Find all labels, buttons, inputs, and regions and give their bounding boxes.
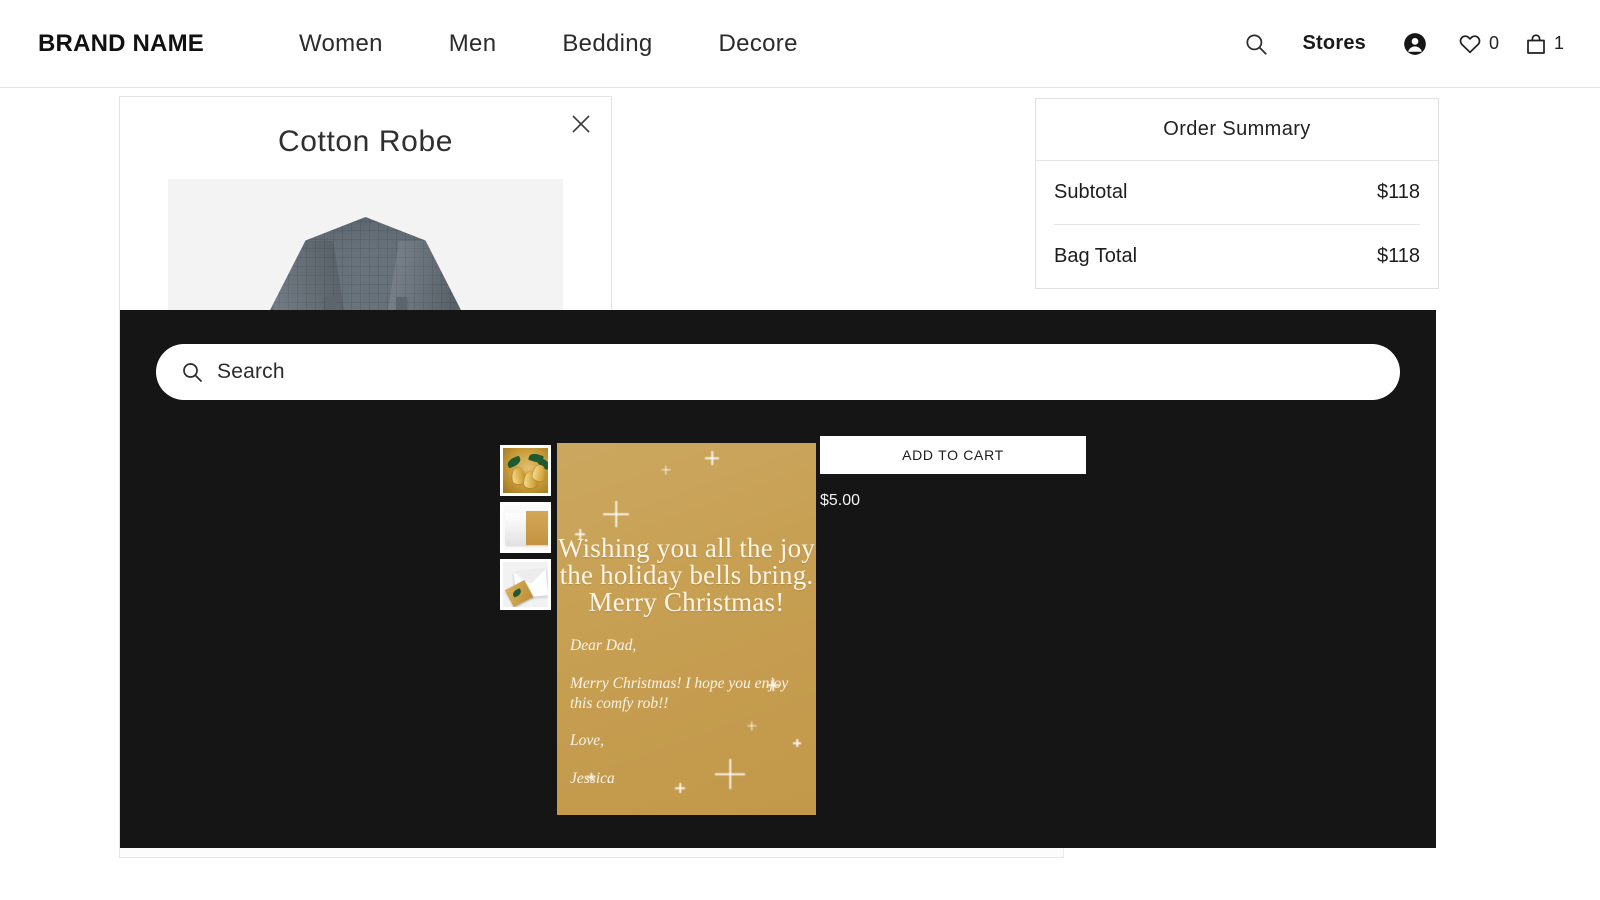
greeting-card-preview: Wishing you all the joy the holiday bell… (557, 443, 816, 815)
thumbnail-list (500, 445, 551, 610)
order-summary-row-bag-total: Bag Total $118 (1036, 225, 1438, 288)
close-icon[interactable] (568, 111, 594, 137)
order-summary-heading: Order Summary (1036, 99, 1438, 161)
heart-icon (1458, 32, 1482, 56)
greeting-message: Merry Christmas! I hope you enjoy this c… (570, 674, 808, 714)
nav-item-bedding[interactable]: Bedding (529, 30, 685, 58)
gift-card-price: $5.00 (820, 492, 860, 510)
nav-item-women[interactable]: Women (266, 30, 416, 58)
gift-card-overlay: Search (120, 310, 1436, 848)
greeting-title-line-2: the holiday bells bring. (551, 562, 822, 589)
stores-link[interactable]: Stores (1303, 32, 1366, 55)
add-to-cart-button[interactable]: ADD TO CART (820, 436, 1086, 474)
product-title: Cotton Robe (120, 125, 611, 159)
thumbnail-gold-bells[interactable] (500, 445, 551, 496)
account-button[interactable] (1402, 31, 1458, 57)
search-icon (1243, 31, 1269, 57)
wishlist-button[interactable]: 0 (1458, 32, 1499, 56)
greeting-closing: Love, (570, 731, 808, 751)
search-placeholder: Search (217, 360, 285, 384)
subtotal-label: Subtotal (1054, 181, 1127, 204)
bag-count: 1 (1554, 33, 1564, 54)
bag-total-label: Bag Total (1054, 245, 1137, 268)
greeting-title-line-3: Merry Christmas! (551, 589, 822, 616)
main-nav: Women Men Bedding Decore (266, 30, 831, 58)
greeting-title-line-1: Wishing you all the joy (551, 535, 822, 562)
brand-logo[interactable]: BRAND NAME (38, 30, 204, 58)
thumbnail-envelope[interactable] (500, 559, 551, 610)
header-search-button[interactable] (1243, 31, 1303, 57)
header-actions: Stores 0 1 (1243, 31, 1564, 57)
greeting-card-message-block: Dear Dad, Merry Christmas! I hope you en… (570, 636, 808, 789)
greeting-card-title: Wishing you all the joy the holiday bell… (551, 535, 822, 616)
bag-button[interactable]: 1 (1525, 32, 1564, 56)
greeting-salutation: Dear Dad, (570, 636, 808, 656)
wishlist-count: 0 (1489, 33, 1499, 54)
greeting-signature: Jessica (570, 769, 808, 789)
account-icon (1402, 31, 1428, 57)
bag-total-value: $118 (1377, 245, 1420, 268)
order-summary-panel: Order Summary Subtotal $118 Bag Total $1… (1035, 98, 1439, 289)
thumbnail-open-card[interactable] (500, 502, 551, 553)
order-summary-row-subtotal: Subtotal $118 (1036, 161, 1438, 224)
search-input[interactable]: Search (156, 344, 1400, 400)
nav-item-decore[interactable]: Decore (686, 30, 831, 58)
site-header: BRAND NAME Women Men Bedding Decore Stor… (0, 0, 1600, 88)
subtotal-value: $118 (1377, 181, 1420, 204)
nav-item-men[interactable]: Men (416, 30, 530, 58)
underlying-card-edge (119, 848, 1064, 858)
page-root: BRAND NAME Women Men Bedding Decore Stor… (0, 0, 1600, 900)
bag-icon (1525, 32, 1547, 56)
search-icon (180, 360, 204, 384)
